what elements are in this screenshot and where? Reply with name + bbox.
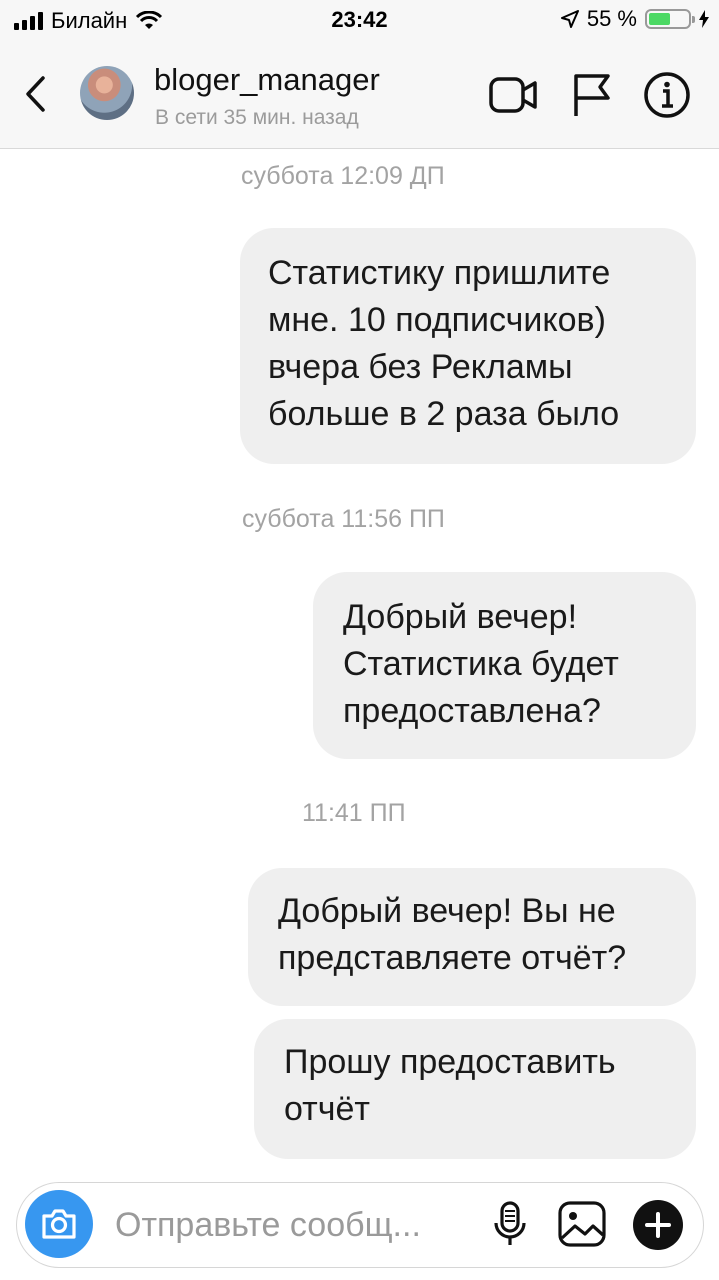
message-composer bbox=[16, 1182, 704, 1268]
message-input[interactable] bbox=[115, 1203, 465, 1247]
flag-icon[interactable] bbox=[568, 70, 618, 120]
plus-icon bbox=[645, 1212, 671, 1238]
battery-fill bbox=[649, 13, 670, 25]
plus-button[interactable] bbox=[633, 1200, 683, 1250]
camera-button[interactable] bbox=[25, 1190, 93, 1258]
message-line: мне. 10 подписчиков) bbox=[268, 301, 606, 339]
message-timestamp: суббота 11:56 ПП bbox=[242, 505, 445, 533]
message-line: Прошу предоставить bbox=[284, 1043, 616, 1081]
message-bubble[interactable]: Статистику пришлите мне. 10 подписчиков)… bbox=[240, 228, 696, 464]
message-line: вчера без Рекламы bbox=[268, 348, 573, 386]
message-timestamp: суббота 12:09 ДП bbox=[241, 162, 445, 190]
status-bar: Билайн 23:42 55 % bbox=[0, 0, 719, 40]
status-right: 55 % bbox=[560, 6, 709, 32]
message-bubble[interactable]: Прошу предоставить отчёт bbox=[254, 1019, 696, 1159]
message-line: больше в 2 раза было bbox=[268, 395, 620, 433]
avatar[interactable] bbox=[80, 66, 134, 120]
message-bubble[interactable]: Добрый вечер! Статистика будет предостав… bbox=[313, 572, 696, 759]
message-line: отчёт bbox=[284, 1090, 370, 1128]
message-line: Статистика будет bbox=[343, 645, 619, 683]
charging-bolt-icon bbox=[699, 10, 709, 28]
info-icon[interactable] bbox=[642, 70, 692, 120]
battery-icon bbox=[645, 9, 695, 29]
battery-percent: 55 % bbox=[586, 6, 637, 31]
message-line: Добрый вечер! Вы не bbox=[278, 892, 616, 930]
chat-username[interactable]: bloger_manager bbox=[154, 62, 380, 98]
message-line: Статистику пришлите bbox=[268, 254, 611, 292]
back-chevron-icon[interactable] bbox=[18, 70, 52, 118]
camera-icon bbox=[42, 1209, 76, 1239]
message-line: представляете отчёт? bbox=[278, 939, 627, 977]
message-line: предоставлена? bbox=[343, 692, 601, 730]
message-bubble[interactable]: Добрый вечер! Вы не представляете отчёт? bbox=[248, 868, 696, 1006]
chat-header: bloger_manager В сети 35 мин. назад bbox=[0, 40, 719, 149]
message-timestamp: 11:41 ПП bbox=[302, 799, 406, 827]
chat-presence-status: В сети 35 мин. назад bbox=[155, 106, 359, 129]
message-line: Добрый вечер! bbox=[343, 598, 578, 636]
location-arrow-icon bbox=[560, 10, 579, 28]
gallery-icon[interactable] bbox=[555, 1197, 609, 1251]
video-call-icon[interactable] bbox=[488, 70, 538, 120]
microphone-icon[interactable] bbox=[483, 1197, 537, 1251]
